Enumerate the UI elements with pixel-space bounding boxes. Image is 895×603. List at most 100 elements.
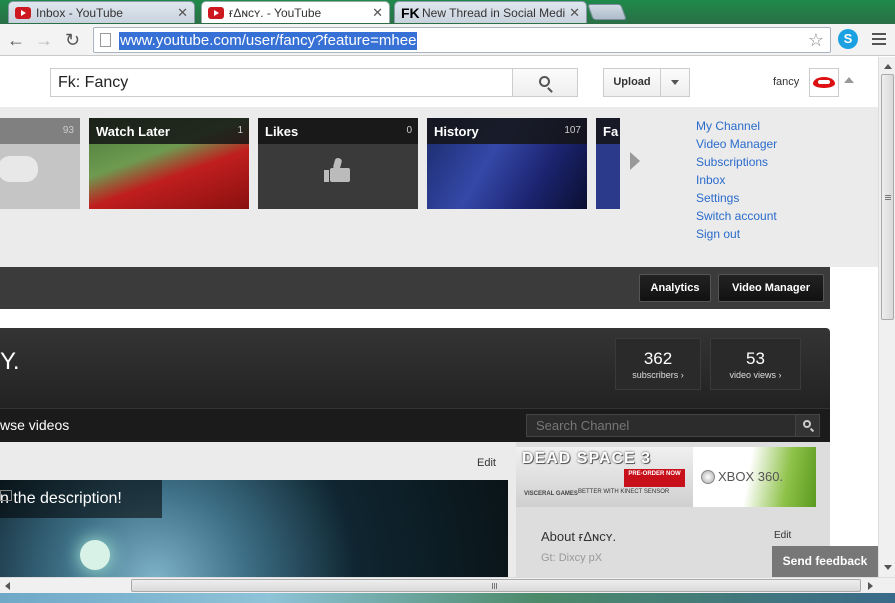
- menu-icon[interactable]: [872, 33, 886, 48]
- kinect-badge: BETTER WITH KINECT SENSOR: [578, 489, 670, 495]
- masthead: Fk: Fancy Upload fancy: [0, 57, 878, 107]
- advertisement[interactable]: DEAD SPACE 3 PRE-ORDER NOW VISCERAL GAME…: [516, 447, 816, 507]
- link-settings[interactable]: Settings: [696, 191, 777, 206]
- close-icon[interactable]: ✕: [372, 5, 383, 21]
- page-viewport: Fk: Fancy Upload fancy 93 Watch Later 1 …: [0, 57, 878, 577]
- new-tab-button[interactable]: [587, 4, 627, 20]
- video-title: n the description!: [0, 490, 122, 507]
- link-inbox[interactable]: Inbox: [696, 173, 777, 188]
- visceral-logo: VISCERAL GAMES: [524, 491, 578, 497]
- video-title-overlay: n the description!: [0, 480, 162, 518]
- send-feedback-button[interactable]: Send feedback: [772, 546, 878, 577]
- link-switch-account[interactable]: Switch account: [696, 209, 777, 224]
- youtube-icon: [15, 6, 31, 19]
- reload-icon[interactable]: ↻: [65, 30, 80, 50]
- xbox-logo-icon: [701, 470, 715, 484]
- scroll-up-icon[interactable]: [884, 64, 892, 69]
- playlist-title: Watch Later: [96, 124, 170, 139]
- search-channel-button[interactable]: [795, 414, 820, 437]
- stat-label: subscribers ›: [632, 370, 684, 380]
- browse-videos-link[interactable]: wse videos: [0, 417, 69, 433]
- playlist-title: History: [434, 124, 479, 139]
- desktop-taskbar: [0, 593, 895, 603]
- featured-video[interactable]: n the description!: [0, 480, 508, 577]
- playlist-count: 93: [62, 125, 74, 136]
- channel-action-bar: Analytics Video Manager: [0, 267, 830, 309]
- tab-inbox[interactable]: Inbox - YouTube ✕: [8, 1, 195, 23]
- stat-value: 362: [643, 349, 673, 368]
- channel-content: Edit n the description! DEAD SPACE 3 PRE…: [0, 442, 830, 577]
- analytics-button[interactable]: Analytics: [639, 274, 711, 302]
- dead-space-ad[interactable]: DEAD SPACE 3 PRE-ORDER NOW VISCERAL GAME…: [516, 447, 693, 507]
- channel-header: Y. 362 subscribers › 53 video views ›: [0, 328, 830, 408]
- playlist-favorites[interactable]: Fa: [596, 118, 620, 209]
- vertical-scrollbar[interactable]: [878, 57, 895, 577]
- search-icon: [539, 76, 550, 87]
- close-icon[interactable]: ✕: [569, 5, 580, 21]
- upload-button[interactable]: Upload: [603, 68, 661, 97]
- scroll-thumb[interactable]: [881, 74, 894, 320]
- username[interactable]: fancy: [773, 76, 799, 88]
- about-title: About ғΔɴᴄʏ.: [541, 529, 617, 544]
- playlist-likes[interactable]: Likes 0: [258, 118, 418, 209]
- preorder-badge: PRE-ORDER NOW: [624, 469, 685, 487]
- video-views-stat[interactable]: 53 video views ›: [710, 338, 801, 390]
- search-icon: [803, 420, 811, 428]
- tab-label: New Thread in Social Media: [422, 5, 566, 20]
- scroll-right-icon[interactable]: [868, 582, 873, 590]
- xbox-ad[interactable]: XBOX 360.: [693, 447, 816, 507]
- playlist-count: 1: [237, 125, 243, 136]
- scroll-left-icon[interactable]: [5, 582, 10, 590]
- xbox-text: XBOX 360.: [718, 469, 784, 484]
- upload-dropdown-button[interactable]: [660, 68, 690, 97]
- guide-toggle-icon[interactable]: [844, 77, 854, 83]
- stat-value: 53: [746, 349, 765, 368]
- avatar[interactable]: [809, 68, 839, 97]
- bookmark-star-icon[interactable]: ☆: [808, 30, 824, 51]
- playlist-thumbnail: [0, 156, 38, 182]
- playlist-count: 0: [406, 125, 412, 136]
- guide-panel: 93 Watch Later 1 Likes 0 History 107 Fa …: [0, 107, 878, 267]
- playlist-card[interactable]: 93: [0, 118, 80, 209]
- video-manager-button[interactable]: Video Manager: [718, 274, 824, 302]
- subscribers-stat[interactable]: 362 subscribers ›: [615, 338, 701, 390]
- page-icon: [100, 33, 111, 47]
- search-channel-input[interactable]: Search Channel: [526, 414, 796, 437]
- channel-title: Y.: [0, 348, 20, 375]
- back-icon[interactable]: ←: [7, 30, 25, 50]
- forward-icon[interactable]: →: [35, 30, 53, 50]
- tab-new-thread[interactable]: FK New Thread in Social Media ✕: [394, 1, 587, 23]
- link-subscriptions[interactable]: Subscriptions: [696, 155, 777, 170]
- close-icon[interactable]: ✕: [177, 5, 188, 21]
- playlist-watch-later[interactable]: Watch Later 1: [89, 118, 249, 209]
- skype-icon[interactable]: S: [838, 29, 858, 49]
- horizontal-scrollbar[interactable]: [0, 577, 895, 593]
- search-button[interactable]: [512, 68, 578, 97]
- address-bar[interactable]: www.youtube.com/user/fancy?feature=mhee …: [93, 27, 831, 53]
- about-edit-link[interactable]: Edit: [774, 530, 791, 541]
- playlist-count: 107: [564, 125, 581, 136]
- tab-strip: Inbox - YouTube ✕ ғΔɴᴄʏ. - YouTube ✕ FK …: [0, 0, 895, 24]
- link-video-manager[interactable]: Video Manager: [696, 137, 777, 152]
- popout-icon[interactable]: [0, 490, 12, 501]
- playlist-history[interactable]: History 107: [427, 118, 587, 209]
- account-links: My Channel Video Manager Subscriptions I…: [696, 119, 777, 246]
- thumbs-up-icon: [324, 157, 352, 182]
- scroll-down-icon[interactable]: [884, 565, 892, 570]
- youtube-icon: [208, 6, 224, 19]
- tab-label: Inbox - YouTube: [36, 5, 123, 20]
- search-input[interactable]: Fk: Fancy: [50, 68, 513, 97]
- playlist-title: Fa: [603, 124, 619, 139]
- ad-title: DEAD SPACE 3: [522, 450, 652, 467]
- channel-nav-bar: wse videos Search Channel: [0, 408, 830, 442]
- chevron-right-icon[interactable]: [630, 152, 640, 170]
- link-my-channel[interactable]: My Channel: [696, 119, 777, 134]
- url-text[interactable]: www.youtube.com/user/fancy?feature=mhee: [119, 32, 418, 50]
- about-subtitle: Gt: Dixcy pX: [541, 552, 603, 564]
- browser-toolbar: ← → ↻ www.youtube.com/user/fancy?feature…: [0, 24, 895, 56]
- scroll-thumb[interactable]: [131, 579, 861, 592]
- link-sign-out[interactable]: Sign out: [696, 227, 777, 242]
- tab-channel[interactable]: ғΔɴᴄʏ. - YouTube ✕: [201, 1, 390, 23]
- stat-label: video views ›: [729, 370, 782, 380]
- edit-link[interactable]: Edit: [477, 457, 496, 469]
